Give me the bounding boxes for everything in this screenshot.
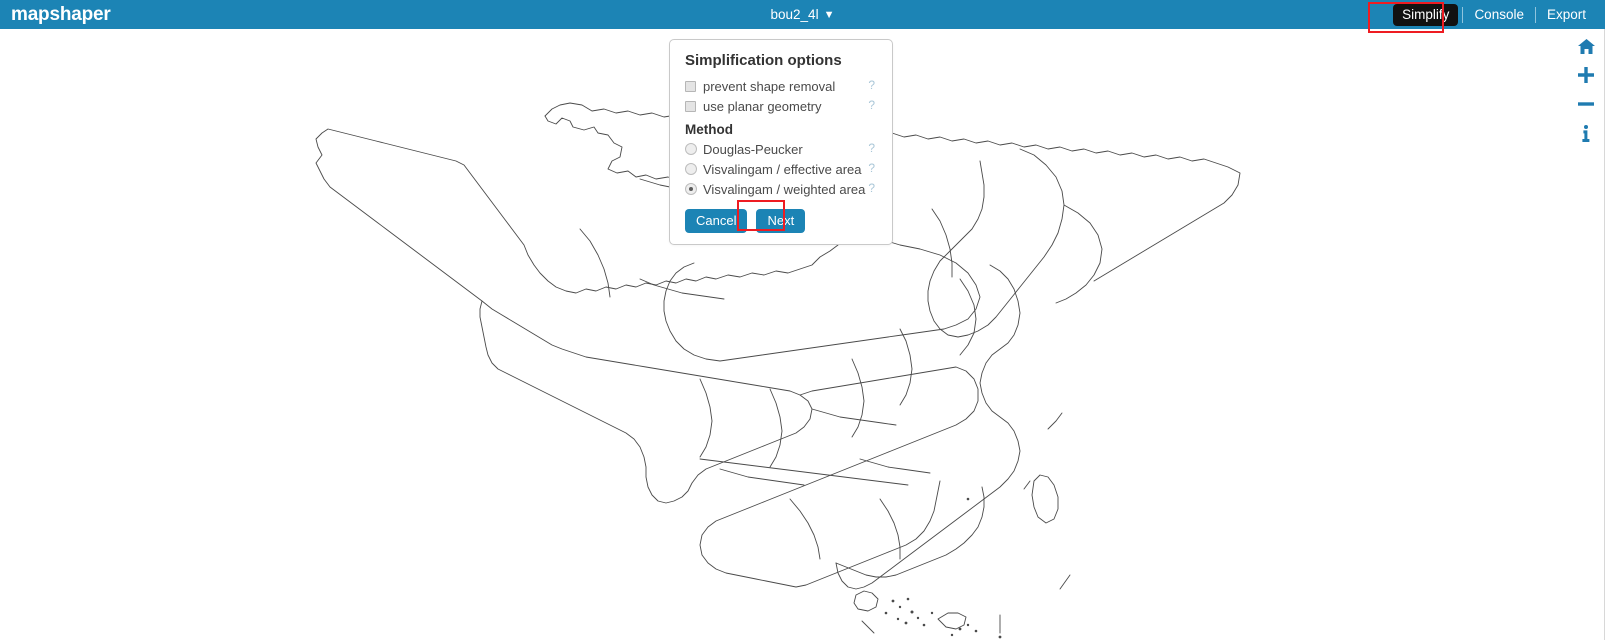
file-title[interactable]: bou2_4l (771, 0, 819, 29)
info-icon[interactable] (1575, 123, 1597, 143)
checkbox-wrap (685, 100, 703, 112)
option-row-prevent-shape-removal[interactable]: prevent shape removal ? (685, 76, 879, 96)
nav-simplify[interactable]: Simplify (1393, 3, 1459, 26)
label-prevent-shape-removal: prevent shape removal (703, 78, 836, 94)
chevron-down-icon[interactable]: ▼ (824, 1, 835, 30)
zoom-out-icon[interactable] (1575, 94, 1597, 114)
app-logo: mapshaper (11, 4, 111, 25)
next-button[interactable]: Next (756, 209, 806, 233)
help-icon-visvalingam-weighted-area[interactable]: ? (868, 181, 875, 195)
nav-divider (1462, 6, 1464, 23)
checkbox-prevent-shape-removal[interactable] (685, 80, 696, 92)
top-nav: Simplify Console Export (1391, 0, 1595, 29)
method-section-title: Method (685, 122, 733, 137)
nav-export[interactable]: Export (1538, 0, 1595, 29)
option-row-douglas-peucker[interactable]: Douglas-Peucker ? (685, 139, 879, 159)
radio-wrap (685, 163, 703, 175)
file-title-container: bou2_4l ▼ (0, 0, 1605, 29)
label-visvalingam-weighted-area: Visvalingam / weighted area (703, 181, 866, 197)
home-icon[interactable] (1575, 36, 1597, 56)
option-row-visvalingam-effective-area[interactable]: Visvalingam / effective area ? (685, 159, 879, 179)
help-icon-visvalingam-effective-area[interactable]: ? (868, 161, 875, 175)
radio-wrap (685, 143, 703, 155)
option-row-use-planar-geometry[interactable]: use planar geometry ? (685, 96, 879, 116)
radio-douglas-peucker[interactable] (685, 143, 697, 155)
option-row-visvalingam-weighted-area[interactable]: Visvalingam / weighted area ? (685, 179, 879, 199)
nav-console[interactable]: Console (1465, 0, 1533, 29)
zoom-in-icon[interactable] (1575, 65, 1597, 85)
cancel-button[interactable]: Cancel (685, 209, 748, 233)
top-bar: mapshaper bou2_4l ▼ Simplify Console Expo… (0, 0, 1605, 29)
label-visvalingam-effective-area: Visvalingam / effective area (703, 161, 862, 177)
checkbox-use-planar-geometry[interactable] (685, 100, 696, 112)
label-use-planar-geometry: use planar geometry (703, 98, 822, 114)
radio-wrap (685, 183, 703, 195)
map-tools (1571, 36, 1601, 143)
help-icon-douglas-peucker[interactable]: ? (868, 141, 875, 155)
dialog-button-row: Cancel Next (685, 209, 879, 233)
nav-divider (1534, 6, 1536, 23)
help-icon-prevent-shape-removal[interactable]: ? (868, 78, 875, 92)
label-douglas-peucker: Douglas-Peucker (703, 141, 803, 157)
simplification-options-dialog: Simplification options prevent shape rem… (669, 39, 893, 245)
radio-visvalingam-effective-area[interactable] (685, 163, 697, 175)
help-icon-use-planar-geometry[interactable]: ? (868, 98, 875, 112)
checkbox-wrap (685, 80, 703, 92)
radio-visvalingam-weighted-area[interactable] (685, 183, 697, 195)
dialog-title: Simplification options (685, 52, 842, 69)
